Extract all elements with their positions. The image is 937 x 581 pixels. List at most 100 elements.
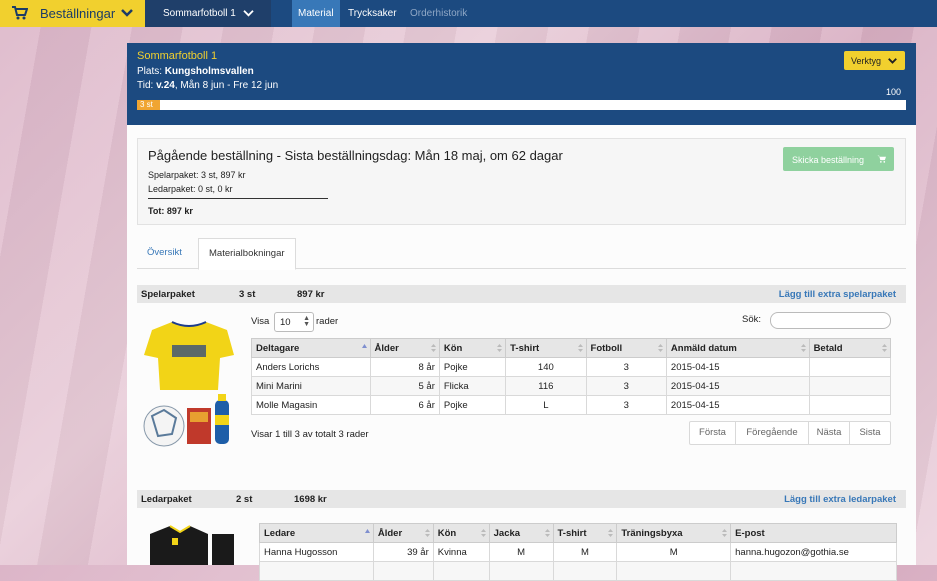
column-header[interactable]: E-post (730, 523, 897, 543)
cell-football: 3 (585, 357, 667, 377)
cell-age: 6 år (369, 395, 440, 415)
leader-pack-price: 1698 kr (294, 494, 327, 505)
player-pack-image (143, 321, 234, 447)
column-header[interactable]: T-shirt (505, 338, 587, 358)
cell-date: 2015-04-15 (665, 395, 810, 415)
cell-name: Molle Magasin (251, 395, 371, 415)
sort-icon (800, 344, 806, 352)
cell-jacket: M (488, 542, 554, 562)
sort-icon (722, 529, 728, 537)
sort-icon (608, 529, 614, 537)
table-header-row: Deltagare Ålder Kön T-shirt Fotboll Anmä… (251, 338, 892, 358)
cell-gender: Kvinna (432, 542, 490, 562)
cell-gender: Pojke (438, 357, 507, 377)
stepper-arrows-icon: ▲ ▼ (303, 315, 310, 328)
pager-next[interactable]: Nästa (809, 422, 850, 444)
column-header[interactable]: Anmäld datum (665, 338, 810, 358)
column-header[interactable]: Träningsbyxa (616, 523, 732, 543)
pager-first[interactable]: Första (690, 422, 736, 444)
tab-material-bookings[interactable]: Materialbokningar (198, 238, 296, 270)
pagination: Första Föregående Nästa Sista (689, 421, 891, 445)
column-header[interactable]: Kön (438, 338, 507, 358)
cell-date: 2015-04-15 (665, 357, 810, 377)
capacity-progress-bar: 3 st (137, 100, 906, 110)
tshirt-image (144, 321, 234, 390)
cell-paid (808, 357, 892, 377)
main-content: Pågående beställning - Sista beställning… (127, 125, 916, 581)
current-order-box: Pågående beställning - Sista beställning… (137, 138, 906, 225)
pager-previous[interactable]: Föregående (736, 422, 809, 444)
player-pack-name: Spelarpaket (141, 289, 195, 300)
sort-icon (424, 529, 430, 537)
add-leader-pack-link[interactable]: Lägg till extra ledarpaket (784, 494, 896, 505)
sort-icon (882, 344, 887, 352)
show-label: Visa (251, 316, 270, 327)
leader-table: Ledare Ålder Kön Jacka T-shirt Träningsb… (259, 523, 897, 581)
sort-asc-icon (361, 344, 367, 348)
tools-button[interactable]: Verktyg (844, 51, 905, 70)
column-header[interactable]: Fotboll (585, 338, 667, 358)
pager-last[interactable]: Sista (850, 422, 890, 444)
table-info: Visar 1 till 3 av totalt 3 rader (251, 429, 369, 440)
column-header[interactable]: Betald (808, 338, 892, 358)
top-navbar: Beställningar Sommarfotboll 1 Material T… (0, 0, 937, 27)
place-value: Kungsholmsvallen (164, 66, 254, 77)
order-player-line: Spelarpaket: 3 st, 897 kr (148, 170, 246, 180)
cell-tshirt: M (552, 542, 618, 562)
table-header-row: Ledare Ålder Kön Jacka T-shirt Träningsb… (259, 523, 897, 543)
send-order-label: Skicka beställning (792, 155, 865, 165)
column-header[interactable]: Ålder (369, 338, 440, 358)
table-row[interactable]: Mini Marini 5 år Flicka 116 3 2015-04-15 (251, 376, 892, 396)
player-pack-bar: Spelarpaket 3 st 897 kr Lägg till extra … (137, 285, 906, 303)
search-input[interactable] (770, 312, 891, 329)
column-header[interactable]: Ålder (372, 523, 434, 543)
event-selector[interactable]: Sommarfotboll 1 (145, 0, 271, 27)
cell-name: Mini Marini (251, 376, 371, 396)
player-pack-price: 897 kr (297, 289, 325, 300)
cell-tshirt: 116 (505, 376, 587, 396)
send-order-button[interactable]: Skicka beställning (783, 147, 894, 171)
column-header[interactable]: Jacka (488, 523, 554, 543)
order-leader-line: Ledarpaket: 0 st, 0 kr (148, 184, 233, 194)
leader-pack-name: Ledarpaket (141, 494, 192, 505)
capacity-max: 100 (886, 87, 902, 97)
search-label: Sök: (742, 314, 762, 325)
table-row[interactable] (259, 561, 897, 581)
football-image (143, 405, 185, 447)
table-row[interactable]: Hanna Hugosson 39 år Kvinna M M M hanna.… (259, 542, 897, 562)
column-header[interactable]: Kön (432, 523, 490, 543)
progress-label: 3 st (140, 100, 153, 109)
add-player-pack-link[interactable]: Lägg till extra spelarpaket (779, 289, 896, 300)
table-row[interactable]: Molle Magasin 6 år Pojke L 3 2015-04-15 (251, 395, 892, 415)
cell-gender: Flicka (438, 376, 507, 396)
event-header-panel: Sommarfotboll 1 Plats: Kungsholmsvallen … (127, 43, 916, 125)
chevron-down-icon (888, 58, 897, 64)
order-total: Tot: 897 kr (148, 206, 193, 216)
column-header[interactable]: Deltagare (251, 338, 371, 358)
cell-email: hanna.hugozon@gothia.se (730, 542, 897, 562)
table-row[interactable]: Anders Lorichs 8 år Pojke 140 3 2015-04-… (251, 357, 892, 377)
page-size-value: 10 (280, 317, 291, 328)
cart-icon (877, 155, 886, 163)
chevron-down-icon (121, 9, 133, 17)
tab-overview[interactable]: Översikt (137, 238, 192, 268)
cell-football: 3 (585, 395, 667, 415)
event-selector-label: Sommarfotboll 1 (163, 8, 236, 19)
tab-trycksaker[interactable]: Trycksaker (342, 0, 403, 27)
cart-icon (12, 6, 28, 20)
sort-icon (480, 529, 486, 537)
time-week: v.24 (156, 80, 175, 91)
tab-material[interactable]: Material (292, 0, 340, 27)
orders-menu-button[interactable]: Beställningar (0, 0, 145, 27)
event-time: Tid: v.24, Mån 8 jun - Fre 12 jun (137, 80, 278, 91)
time-range: , Mån 8 jun - Fre 12 jun (174, 80, 279, 91)
chevron-down-icon (243, 10, 254, 17)
column-header[interactable]: Ledare (259, 523, 374, 543)
cell-age: 8 år (369, 357, 440, 377)
leader-pack-count: 2 st (236, 494, 253, 505)
column-header[interactable]: T-shirt (552, 523, 618, 543)
cell-date: 2015-04-15 (665, 376, 810, 396)
tab-orderhistorik[interactable]: Orderhistorik (404, 0, 473, 27)
cell-name: Anders Lorichs (251, 357, 371, 377)
page-size-select[interactable]: 10 ▲ ▼ (274, 312, 314, 332)
